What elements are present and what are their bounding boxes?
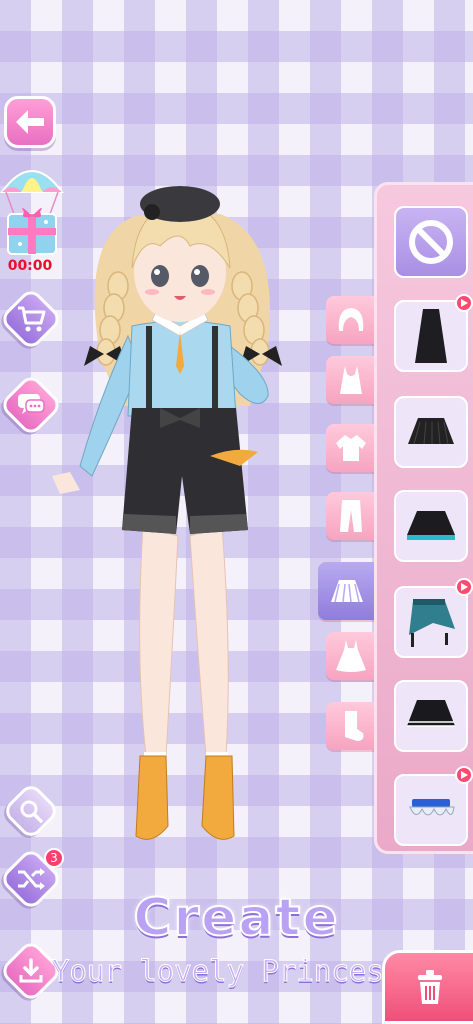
item-long-black-skirt[interactable] — [394, 300, 468, 372]
tab-socks[interactable] — [326, 702, 376, 750]
arrow-left-icon — [16, 110, 44, 134]
skirt-pleated-icon — [408, 418, 454, 445]
pants-icon — [340, 500, 362, 532]
skirt-sailor-icon — [407, 700, 455, 727]
tab-hair[interactable] — [326, 296, 376, 344]
dress-icon — [336, 640, 366, 672]
item-black-sailor-skirt[interactable] — [394, 680, 468, 752]
tab-dress[interactable] — [326, 632, 376, 680]
item-black-pleated-skirt[interactable] — [394, 396, 468, 468]
camisole-icon — [340, 366, 362, 394]
video-unlock-icon[interactable] — [455, 578, 473, 596]
video-unlock-icon[interactable] — [455, 766, 473, 784]
item-none[interactable] — [394, 206, 468, 278]
back-button[interactable] — [4, 96, 56, 148]
tab-pants[interactable] — [326, 492, 376, 540]
skirt-ruffle-icon — [409, 799, 455, 816]
trash-icon — [418, 970, 442, 1004]
item-blue-ruffle-skirt[interactable] — [394, 774, 468, 846]
shuffle-badge: 3 — [44, 848, 64, 868]
video-unlock-icon[interactable] — [455, 294, 473, 312]
create-title: Create — [132, 887, 340, 949]
tagline: Your lovely Princess — [51, 954, 402, 989]
tab-top[interactable] — [326, 356, 376, 404]
tab-blouse[interactable] — [326, 424, 376, 472]
skirt-teal-trim-icon — [407, 511, 455, 540]
tab-skirt[interactable] — [318, 562, 376, 620]
item-black-teal-skirt[interactable] — [394, 490, 468, 562]
shirt-icon — [336, 435, 366, 461]
item-teal-wrap-skirt[interactable] — [394, 586, 468, 658]
hair-icon — [338, 308, 364, 331]
download-icon — [19, 958, 43, 983]
trash-button[interactable] — [382, 950, 473, 1024]
skirt-icon — [331, 580, 363, 603]
character-doll — [52, 186, 282, 840]
skirt-long-icon — [415, 309, 447, 363]
skirt-wrap-icon — [409, 599, 455, 647]
sock-icon — [345, 711, 364, 741]
no-symbol-icon — [409, 220, 453, 264]
